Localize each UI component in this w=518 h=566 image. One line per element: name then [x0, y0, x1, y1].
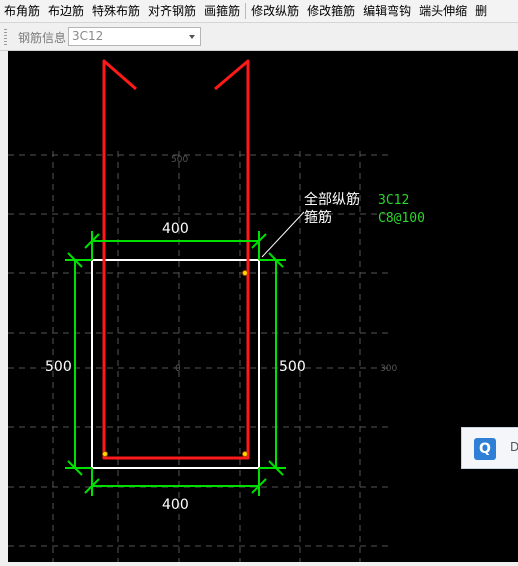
dimension-bottom: 400 [162, 497, 189, 513]
tool-edit-hook[interactable]: 编辑弯钩 [359, 1, 415, 21]
tool-delete[interactable]: 删 [471, 1, 491, 21]
tool-place-edge-rebar[interactable]: 布边筋 [44, 1, 88, 21]
rebar-info-bar: 钢筋信息 3C12 [0, 23, 518, 51]
chevron-down-icon[interactable] [185, 28, 200, 45]
rebar-point [102, 451, 108, 457]
rebar-info-label: 钢筋信息 [18, 31, 67, 45]
annotation-label-longitudinal: 全部纵筋 [304, 191, 360, 208]
floating-assistant-panel[interactable]: Q D [461, 427, 518, 469]
tool-align-rebar[interactable]: 对齐钢筋 [144, 1, 200, 21]
rebar-toolbar: 布角筋 布边筋 特殊布筋 对齐钢筋 画箍筋 修改纵筋 修改箍筋 编辑弯钩 端头伸… [0, 0, 518, 23]
rebar-info-value: 3C12 [72, 29, 104, 43]
dimension-right: 500 [279, 359, 306, 375]
drawing-canvas[interactable]: 500 300 0 400 400 500 500 全部纵筋 3C12 箍筋 C… [8, 51, 518, 562]
annotation-value-stirrup[interactable]: C8@100 [378, 211, 425, 226]
annotation-leader [261, 211, 305, 258]
tool-place-corner-rebar[interactable]: 布角筋 [0, 1, 44, 21]
toolbar-grip[interactable] [4, 29, 7, 45]
tool-edit-stirrup[interactable]: 修改箍筋 [303, 1, 359, 21]
grid-label-right: 300 [380, 364, 397, 374]
rebar-point [242, 270, 248, 276]
dimension-top: 400 [162, 221, 189, 237]
origin-label: 0 [175, 364, 181, 374]
rebar-info-combo[interactable]: 3C12 [68, 27, 201, 46]
tool-special-rebar[interactable]: 特殊布筋 [88, 1, 144, 21]
assistant-panel-text: D [510, 440, 518, 454]
rebar-point [242, 451, 248, 457]
annotation-value-longitudinal[interactable]: 3C12 [378, 193, 409, 208]
tool-edit-longitudinal[interactable]: 修改纵筋 [247, 1, 303, 21]
tool-draw-stirrup[interactable]: 画箍筋 [200, 1, 244, 21]
annotation-label-stirrup: 箍筋 [304, 209, 332, 226]
dimension-left: 500 [45, 359, 72, 375]
tool-end-stretch[interactable]: 端头伸缩 [415, 1, 471, 21]
assistant-q-icon[interactable]: Q [474, 438, 496, 460]
toolbar-separator [245, 3, 247, 19]
grid-label-top: 500 [171, 155, 188, 165]
